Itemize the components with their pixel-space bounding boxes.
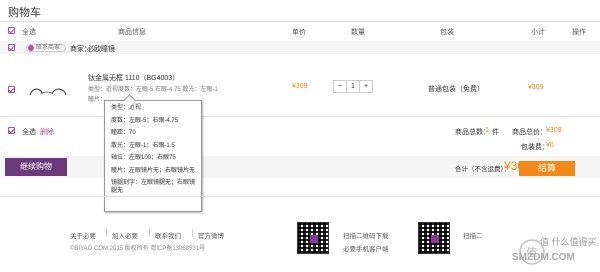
copyright: ©BIYAO.COM 2015 版权所有 粤ICP备13068531号 (70, 246, 206, 252)
total-label: 合计（不含运费）： (455, 166, 511, 173)
item-price: ¥309 (292, 83, 308, 90)
item-spec: 类型：近视度数：左眼-5 右眼-4.75 散光：左眼-1 (88, 87, 218, 93)
footer-link-join[interactable]: 加入必要 (112, 230, 138, 240)
header-select-all: 全选 (22, 29, 36, 36)
popup-engrave: 镜腿刻字：左眼镜腿无；右眼镜腿无 (111, 180, 196, 194)
header-price: 单价 (292, 29, 306, 36)
qr1-subtitle: 必要手机客户端 (343, 246, 389, 253)
qr1-title: 扫描二维码下载 (343, 233, 389, 240)
shop-name[interactable]: 必欧瞳镜 (87, 44, 115, 54)
goods-unit: 件 (492, 129, 499, 136)
item-name[interactable]: 钛金属无框 1110（BG4003） (88, 73, 179, 83)
watermark-url: SMZDM.COM (512, 252, 575, 263)
footer-separator (192, 229, 193, 237)
divider (0, 21, 600, 22)
popup-astigmatism: 散光：左眼-1；右眼-1.5 (111, 142, 175, 149)
qty-plus-button[interactable]: + (360, 81, 372, 92)
cart-header: 全选 商品信息 单价 数量 包装 小计 操作 (0, 25, 600, 37)
quantity-stepper[interactable]: − 1 + (333, 80, 373, 93)
app-qr-code-2 (418, 222, 450, 254)
continue-shopping-button[interactable]: 继续购物 (5, 158, 67, 176)
goods-total: ¥309 (546, 127, 562, 134)
goods-total-label: 商品总价： (512, 129, 547, 136)
watermark-text: 值 什么值得买 (540, 237, 597, 247)
chat-icon (28, 45, 34, 51)
pack-fee: ¥0 (546, 142, 554, 149)
pack-fee-label: 包装费： (521, 144, 549, 151)
select-all-checkbox[interactable] (8, 27, 15, 34)
footer-separator (149, 229, 150, 237)
header-subtotal: 小计 (531, 29, 545, 36)
footer-link-contact[interactable]: 联系我们 (155, 230, 181, 240)
checkout-button[interactable]: 结算 (519, 161, 575, 176)
glasses-thumbnail[interactable] (28, 86, 68, 100)
header-product: 商品信息 (118, 29, 146, 36)
footer-link-about[interactable]: 关于必要 (70, 230, 96, 240)
footer-separator (106, 229, 107, 237)
bottom-select-all: 全选 (22, 129, 36, 136)
item-shipping: 普通包装（免费） (428, 86, 484, 93)
contact-seller-button[interactable]: 联系商家 (26, 44, 66, 52)
item-subtotal: ¥309 (528, 84, 544, 91)
goods-count: 1 (485, 127, 489, 134)
contact-seller-label: 联系商家 (36, 45, 61, 51)
item-checkbox[interactable] (8, 86, 15, 93)
popup-degree: 度数：左眼-5；右眼-4.75 (111, 117, 179, 124)
popup-axis: 轴位：左眼100；右眼75 (111, 155, 176, 161)
popup-lens: 瞳片：左眼镜片无；右眼镜片无 (111, 167, 196, 174)
qty-minus-button[interactable]: − (334, 81, 347, 92)
qty-value[interactable]: 1 (347, 81, 360, 92)
shop-checkbox[interactable] (8, 44, 15, 51)
header-qty: 数量 (351, 29, 365, 36)
delete-link[interactable]: 删除 (40, 127, 54, 137)
app-qr-code-1 (297, 222, 329, 254)
popup-pd: 瞳距：70 (111, 130, 136, 136)
popup-type: 类型：近视 (111, 105, 142, 111)
header-ops: 操作 (572, 29, 586, 36)
page-title: 购物车 (8, 7, 41, 19)
footer-link-weibo[interactable]: 官方微博 (198, 230, 224, 240)
divider (0, 116, 600, 117)
bottom-select-all-checkbox[interactable] (8, 127, 15, 134)
divider (0, 196, 600, 197)
header-shipping: 包装 (440, 29, 454, 36)
